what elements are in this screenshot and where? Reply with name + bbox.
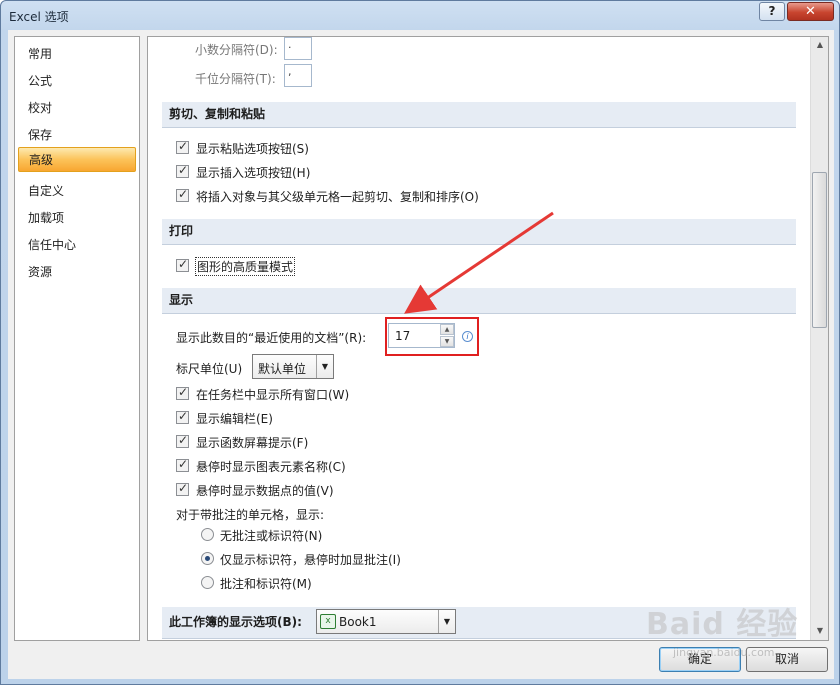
sidebar-item-customize[interactable]: 自定义 (28, 182, 64, 199)
vertical-scrollbar[interactable]: ▲ ▼ (810, 37, 828, 640)
workbook-value: Book1 (339, 615, 377, 629)
baidu-watermark-url: jingyan.baidu.com (673, 646, 775, 659)
red-highlight-box (385, 317, 479, 356)
show-data-point-values-label: 悬停时显示数据点的值(V) (196, 484, 334, 498)
baidu-watermark: Baid 经验 (646, 607, 799, 642)
dialog-title: Excel 选项 (9, 10, 69, 24)
no-comments-label: 无批注或标识符(N) (220, 529, 323, 543)
sidebar-item-save[interactable]: 保存 (28, 126, 52, 143)
scroll-up-icon[interactable]: ▲ (812, 37, 828, 53)
sidebar-item-proofing[interactable]: 校对 (28, 99, 52, 116)
show-formula-bar-checkbox[interactable] (176, 409, 189, 424)
show-paste-options-label: 显示粘贴选项按钮(S) (196, 142, 309, 156)
workbook-select[interactable]: x Book1 ▼ (316, 609, 456, 634)
title-bar: Excel 选项 ? ✕ (1, 1, 839, 31)
show-paste-options-checkbox[interactable] (176, 139, 189, 154)
show-insert-options-label: 显示插入选项按钮(H) (196, 166, 311, 180)
dialog-body: 常用 公式 校对 保存 高级 自定义 加载项 信任中心 资源 小数分隔符(D):… (8, 30, 834, 679)
comments-display-label: 对于带批注的单元格，显示: (176, 508, 325, 522)
show-chart-element-names-label: 悬停时显示图表元素名称(C) (196, 460, 346, 474)
show-function-tooltips-label: 显示函数屏幕提示(F) (196, 436, 309, 450)
recent-documents-label: 显示此数目的“最近使用的文档”(R): (176, 331, 367, 345)
high-quality-graphics-checkbox[interactable] (176, 257, 189, 272)
high-quality-graphics-label: 图形的高质量模式 (195, 257, 296, 276)
sidebar-item-resources[interactable]: 资源 (28, 263, 52, 280)
indicators-only-radio[interactable] (201, 552, 214, 565)
scroll-down-icon[interactable]: ▼ (812, 623, 828, 639)
indicators-only-label: 仅显示标识符，悬停时加显批注(I) (220, 553, 401, 567)
dropdown-arrow-icon[interactable]: ▼ (438, 610, 455, 633)
help-button[interactable]: ? (759, 2, 785, 21)
ruler-units-value: 默认单位 (258, 362, 307, 376)
excel-options-dialog: Excel 选项 ? ✕ 常用 公式 校对 保存 高级 自定义 加载项 信任中心… (0, 0, 840, 685)
show-all-windows-taskbar-label: 在任务栏中显示所有窗口(W) (196, 388, 350, 402)
cut-copy-sort-objects-label: 将插入对象与其父级单元格一起剪切、复制和排序(O) (196, 190, 479, 204)
show-all-windows-taskbar-checkbox[interactable] (176, 385, 189, 400)
scrollbar-thumb[interactable] (812, 172, 827, 328)
show-insert-options-checkbox[interactable] (176, 163, 189, 178)
sidebar-item-trust-center[interactable]: 信任中心 (28, 236, 76, 253)
show-chart-element-names-checkbox[interactable] (176, 457, 189, 472)
decimal-separator-input[interactable]: . (284, 37, 312, 60)
cut-copy-sort-objects-checkbox[interactable] (176, 187, 189, 202)
section-print: 打印 (162, 219, 796, 245)
comments-and-indicators-label: 批注和标识符(M) (220, 577, 312, 591)
decimal-separator-label: 小数分隔符(D): (195, 43, 278, 57)
sidebar-item-advanced[interactable]: 高级 (18, 147, 136, 172)
comments-and-indicators-radio[interactable] (201, 576, 214, 589)
show-data-point-values-checkbox[interactable] (176, 481, 189, 496)
show-formula-bar-label: 显示编辑栏(E) (196, 412, 273, 426)
category-sidebar: 常用 公式 校对 保存 高级 自定义 加载项 信任中心 资源 (14, 36, 140, 641)
dropdown-arrow-icon[interactable]: ▼ (316, 355, 333, 378)
ruler-units-select[interactable]: 默认单位 ▼ (252, 354, 334, 379)
close-button[interactable]: ✕ (787, 2, 834, 21)
thousands-separator-label: 千位分隔符(T): (195, 72, 276, 86)
excel-file-icon: x (320, 614, 336, 629)
ruler-units-label: 标尺单位(U) (176, 362, 243, 376)
options-content-pane: 小数分隔符(D): . 千位分隔符(T): , 剪切、复制和粘贴 显示粘贴选项按… (147, 36, 829, 641)
section-cut-copy-paste: 剪切、复制和粘贴 (162, 102, 796, 128)
no-comments-radio[interactable] (201, 528, 214, 541)
sidebar-item-common[interactable]: 常用 (28, 45, 52, 62)
section-display: 显示 (162, 288, 796, 314)
thousands-separator-input[interactable]: , (284, 64, 312, 87)
sidebar-item-formulas[interactable]: 公式 (28, 72, 52, 89)
show-function-tooltips-checkbox[interactable] (176, 433, 189, 448)
sidebar-item-addins[interactable]: 加载项 (28, 209, 64, 226)
